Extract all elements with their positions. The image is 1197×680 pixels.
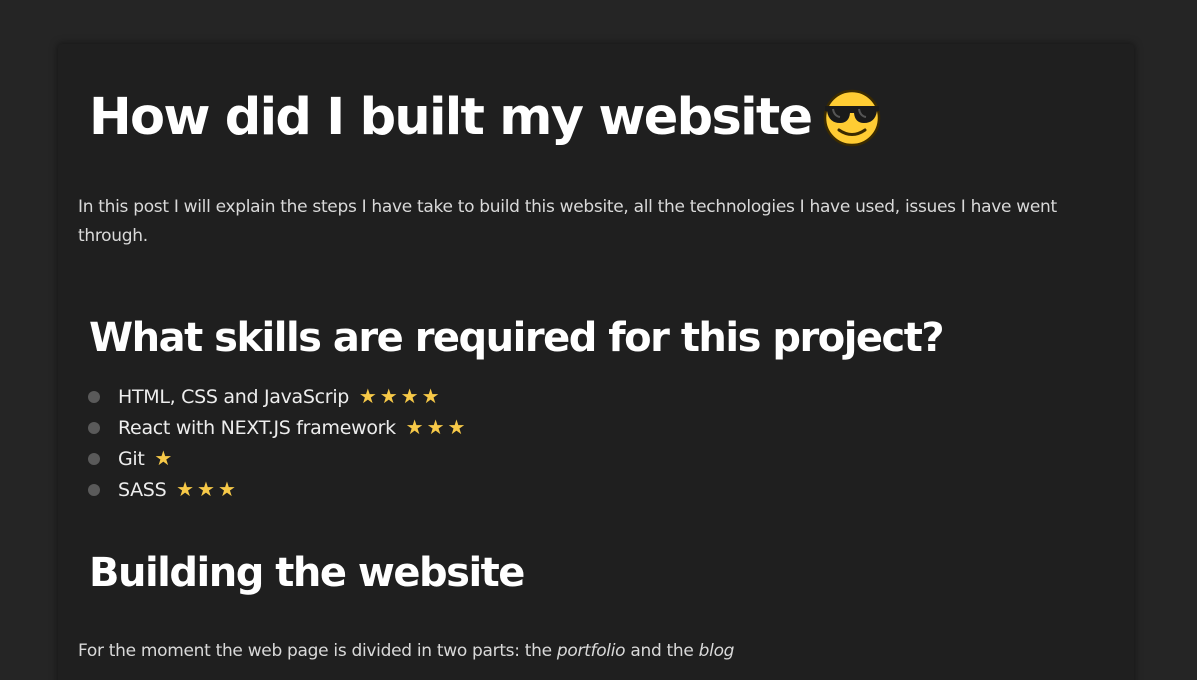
post-paragraph: For the moment the web page is divided i… [78,637,734,666]
building-heading: Building the website [89,550,525,596]
list-item: SASS ★★★ [88,474,468,505]
star-rating-icon: ★★★★ [358,384,443,408]
star-rating-icon: ★★★ [405,415,469,439]
paragraph-text: and the [625,641,699,661]
list-item: HTML, CSS and JavaScrip ★★★★ [88,381,468,412]
skill-label: HTML, CSS and JavaScrip [118,386,350,408]
portfolio-term: portfolio [556,641,626,661]
post-title: How did I built my website [89,87,883,151]
post-title-text: How did I built my website [89,88,813,147]
skill-label: React with NEXT.JS framework [118,417,396,439]
blog-post-card: How did I built my website In this post … [58,44,1134,680]
skills-list: HTML, CSS and JavaScrip ★★★★ React with … [88,381,468,505]
bullet-icon [88,422,100,434]
bullet-icon [88,391,100,403]
paragraph-text: For the moment the web page is divided i… [78,641,557,661]
blog-term: blog [698,641,735,661]
star-rating-icon: ★★★ [176,477,239,501]
star-rating-icon: ★ [154,446,176,470]
bullet-icon [88,484,100,496]
post-intro: In this post I will explain the steps I … [78,197,1057,246]
sunglasses-face-icon [821,85,883,147]
list-item: React with NEXT.JS framework ★★★ [88,412,468,443]
skill-label: SASS [118,479,167,501]
list-item: Git ★ [88,443,468,474]
skills-heading: What skills are required for this projec… [89,315,945,361]
bullet-icon [88,453,100,465]
skill-label: Git [118,448,145,470]
